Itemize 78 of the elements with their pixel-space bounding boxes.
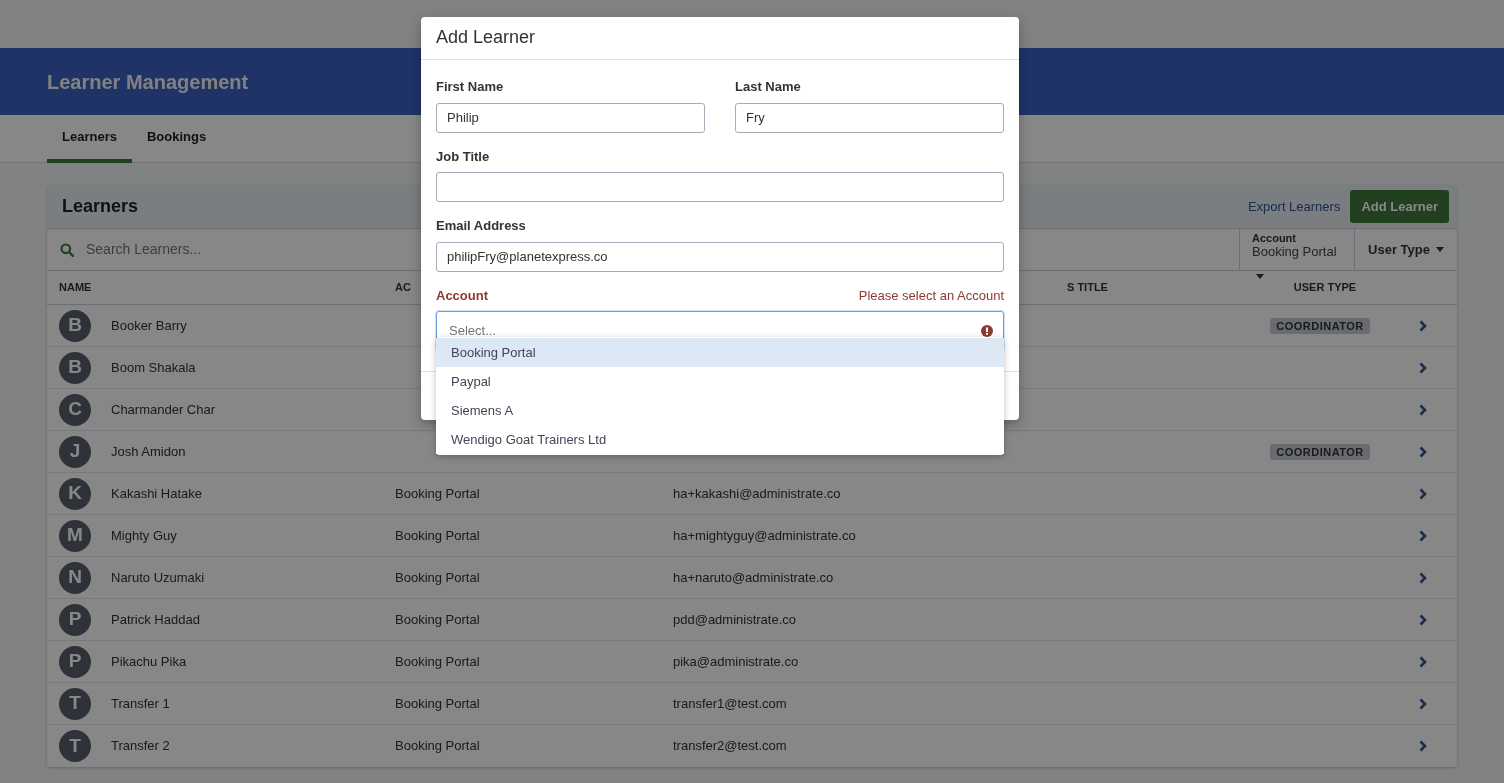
account-cell: Booking Portal [395,485,480,501]
learner-name: Pikachu Pika [111,652,187,671]
account-cell: Booking Portal [395,695,480,711]
learner-name: Patrick Haddad [111,610,200,629]
column-header: USER TYPE [1293,281,1357,294]
text-field[interactable]: Philip [436,102,705,133]
email-cell: transfer2@test.com [673,738,787,754]
avatar: C [59,393,91,426]
error-message: Please select an Account [858,286,1004,305]
filter-label: Account [1252,233,1297,245]
learner-name: Boom Shakala [111,358,196,377]
account-cell: Booking Portal [395,569,480,585]
field-label: Email Address [436,217,526,235]
account-cell: Booking Portal [395,527,480,543]
avatar: T [59,687,91,720]
caret-icon[interactable] [1256,274,1264,279]
field-label: Account [436,286,488,305]
column-header: S TITLE [1067,281,1108,294]
chevron-right-icon[interactable] [1419,571,1427,584]
learner-name: Charmander Char [111,400,216,419]
chevron-right-icon[interactable] [1419,655,1427,668]
chevron-right-icon[interactable] [1419,319,1427,332]
page-title: Learner Management [47,69,249,94]
avatar: T [59,730,91,762]
tab[interactable]: Learners [47,115,132,163]
email-cell: ha+mightyguy@administrate.co [673,527,856,543]
chevron-right-icon[interactable] [1419,697,1427,710]
learner-name: Booker Barry [111,316,187,335]
dropdown-option[interactable]: Wendigo Goat Trainers Ltd [436,425,1004,454]
dialog-title: Add Learner [436,27,536,49]
caret-icon [1435,247,1444,252]
learner-name: Josh Amidon [111,442,186,461]
dropdown-option[interactable]: Booking Portal [436,338,1004,367]
avatar: P [59,603,91,636]
dropdown-option[interactable]: Paypal [436,367,1004,396]
chevron-right-icon[interactable] [1419,445,1427,458]
avatar: K [59,477,91,510]
account-cell: Booking Portal [395,611,480,627]
email-cell: pika@administrate.co [673,653,799,669]
account-cell: Booking Portal [395,738,480,754]
learner-name: Mighty Guy [111,526,177,545]
avatar: N [59,561,91,594]
avatar: B [59,309,91,342]
user-type-badge: COORDINATOR [1270,443,1370,460]
email-cell: transfer1@test.com [673,695,787,711]
user-type-dropdown[interactable]: User Type [1354,229,1457,270]
chevron-right-icon[interactable] [1419,403,1427,416]
account-cell: Booking Portal [395,653,480,669]
email-cell: ha+naruto@administrate.co [673,569,834,585]
text-field[interactable]: Fry [735,102,1004,133]
chevron-right-icon[interactable] [1419,613,1427,626]
filter-value: Booking Portal [1252,244,1338,259]
chevron-right-icon[interactable] [1419,740,1427,752]
user-type-badge: COORDINATOR [1270,317,1370,334]
learner-name: Transfer 2 [111,737,170,756]
dropdown-option[interactable]: Siemens A [436,396,1004,425]
avatar: J [59,435,91,468]
text-field[interactable]: philipFry@planetexpress.co [436,241,1004,272]
email-cell: ha+kakashi@administrate.co [673,485,841,501]
email-cell: pdd@administrate.co [673,611,797,627]
card-title: Learners [62,195,139,218]
avatar: P [59,645,91,678]
column-header: NAME [59,281,92,294]
avatar: B [59,351,91,384]
avatar: M [59,519,91,552]
learner-name: Kakashi Hatake [111,484,203,503]
learner-name: Transfer 1 [111,694,170,713]
learner-name: Naruto Uzumaki [111,568,205,587]
chevron-right-icon[interactable] [1419,529,1427,542]
chevron-right-icon[interactable] [1419,487,1427,500]
field-label: Last Name [735,78,801,96]
field-label: First Name [436,78,504,96]
field-label: Job Title [436,147,490,166]
text-field[interactable] [436,172,1004,202]
tab[interactable]: Bookings [131,115,222,163]
chevron-right-icon[interactable] [1419,361,1427,374]
search-icon [60,242,74,257]
column-header: AC [395,281,411,294]
